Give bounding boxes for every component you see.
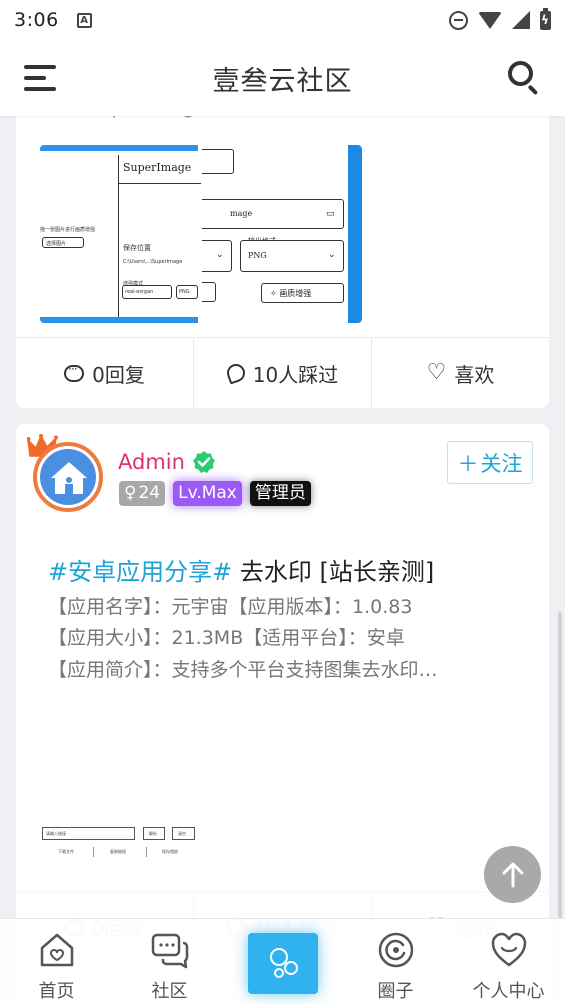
menu-icon[interactable] — [24, 65, 56, 91]
nav-profile[interactable]: 个人中心 — [452, 919, 565, 1004]
avatar[interactable] — [27, 434, 105, 512]
screenshot-image-field: mage — [230, 209, 253, 218]
battery-icon — [540, 7, 551, 30]
username[interactable]: Admin — [118, 450, 185, 474]
chat-icon — [151, 933, 188, 969]
nav-label: 圈子 — [377, 981, 414, 1002]
do-not-disturb-icon — [449, 10, 468, 30]
heart-face-icon — [491, 932, 526, 967]
post-image[interactable]: 请输入链接 解析 清空 下载文件 复制链接 保存相册 — [42, 827, 212, 862]
reply-button[interactable]: 0回复 — [16, 338, 193, 408]
circle-icon — [378, 932, 413, 968]
nav-label: 首页 — [38, 981, 75, 1002]
verified-icon — [193, 451, 215, 473]
search-icon[interactable] — [508, 61, 541, 96]
level-badge: Lv.Max — [173, 481, 242, 506]
post-image[interactable]: 拖一张图片进行画质增强 选择图片 SuperImage 保存位置 C:\User… — [40, 145, 362, 323]
wifi-icon — [478, 11, 502, 29]
visit-button[interactable]: 10人踩过 — [193, 338, 371, 408]
screenshot-hint: 拖一张图片进行画质增强 — [40, 227, 96, 233]
nav-home[interactable]: 首页 — [0, 919, 113, 1004]
female-icon: ♀ — [124, 483, 137, 503]
role-badge: 管理员 — [249, 481, 311, 506]
screenshot-btn1: 解析 — [149, 831, 157, 836]
screenshot-format-small: PNG — [179, 289, 190, 295]
post-stats: 0回复 10人踩过 ♡ 喜欢 — [16, 337, 549, 408]
nav-label: 个人中心 — [472, 981, 545, 1002]
comment-icon — [64, 362, 85, 382]
back-to-top-button[interactable] — [484, 846, 541, 903]
post-card[interactable]: Admin ♀ 24 Lv.Max 管理员 ＋关注 #安卓应用分享# 去水印 [站… — [16, 424, 549, 1004]
plus-icon: ＋ — [457, 451, 479, 476]
like-button[interactable]: ♡ 喜欢 — [371, 338, 549, 408]
post-tag[interactable]: #安卓应用分享# — [48, 558, 232, 586]
app-bar: 壹叁云社区 — [0, 40, 565, 116]
post-line-2: 【应用大小】：21.3MB【适用平台】：安卓 — [48, 627, 405, 649]
post-card[interactable]: 标】SuperImage【应用大小】 192m【测试系… 拖一张图片进行画质增强… — [16, 106, 549, 408]
nav-circle[interactable]: 圈子 — [339, 919, 452, 1004]
screenshot-col2: 复制链接 — [110, 849, 126, 854]
house-icon — [51, 462, 87, 494]
footprint-icon — [224, 361, 248, 385]
status-bar: 3:06 A — [0, 0, 565, 40]
page-title: 壹叁云社区 — [212, 65, 353, 97]
home-icon — [40, 933, 73, 967]
screenshot-col3: 保存相册 — [162, 849, 178, 854]
signal-icon — [512, 11, 530, 29]
nav-label: 社区 — [151, 981, 188, 1002]
like-label: 喜欢 — [454, 362, 495, 387]
screenshot-select-button: 选择图片 — [46, 241, 67, 247]
screenshot-field: 请输入链接 — [46, 831, 66, 836]
screenshot-format-value: PNG — [248, 251, 267, 260]
screenshot-col1: 下载文件 — [58, 849, 74, 854]
follow-button[interactable]: ＋关注 — [447, 441, 533, 484]
visit-count: 10人踩过 — [252, 362, 339, 387]
status-icons — [449, 7, 551, 30]
user-badges: ♀ 24 Lv.Max 管理员 — [119, 481, 311, 506]
heart-icon: ♡ — [426, 360, 447, 385]
notification-icon: A — [76, 12, 92, 28]
post-line-3: 【应用简介】：支持多个平台支持图集去水印… — [48, 659, 438, 681]
gender-age-badge: ♀ 24 — [119, 481, 166, 506]
status-time: 3:06 — [14, 9, 59, 31]
screenshot-model-value: real-esrgan — [125, 289, 154, 295]
nav-center-button[interactable] — [248, 933, 318, 994]
post-title-text: 去水印 [站长亲测] — [232, 558, 435, 586]
screenshot-btn2: 清空 — [178, 831, 186, 836]
bubbles-icon — [270, 948, 298, 978]
screenshot-path: C:\Users\...\SuperImage — [123, 259, 183, 265]
scrollbar[interactable] — [558, 612, 562, 920]
arrow-up-icon — [502, 862, 523, 887]
nav-community[interactable]: 社区 — [113, 919, 226, 1004]
bottom-nav: 首页 社区 圈子 个人中心 — [0, 918, 565, 1004]
screenshot-panel-title: SuperImage — [123, 161, 192, 174]
post-title[interactable]: #安卓应用分享# 去水印 [站长亲测] — [48, 552, 434, 587]
screenshot-section-label: 保存位置 — [123, 244, 151, 252]
screenshot-enhance-button: ✧ 画质增强 — [270, 289, 312, 298]
post-line-1: 【应用名字】：元宇宙【应用版本】：1.0.83 — [48, 596, 413, 618]
reply-count: 0回复 — [92, 362, 145, 387]
